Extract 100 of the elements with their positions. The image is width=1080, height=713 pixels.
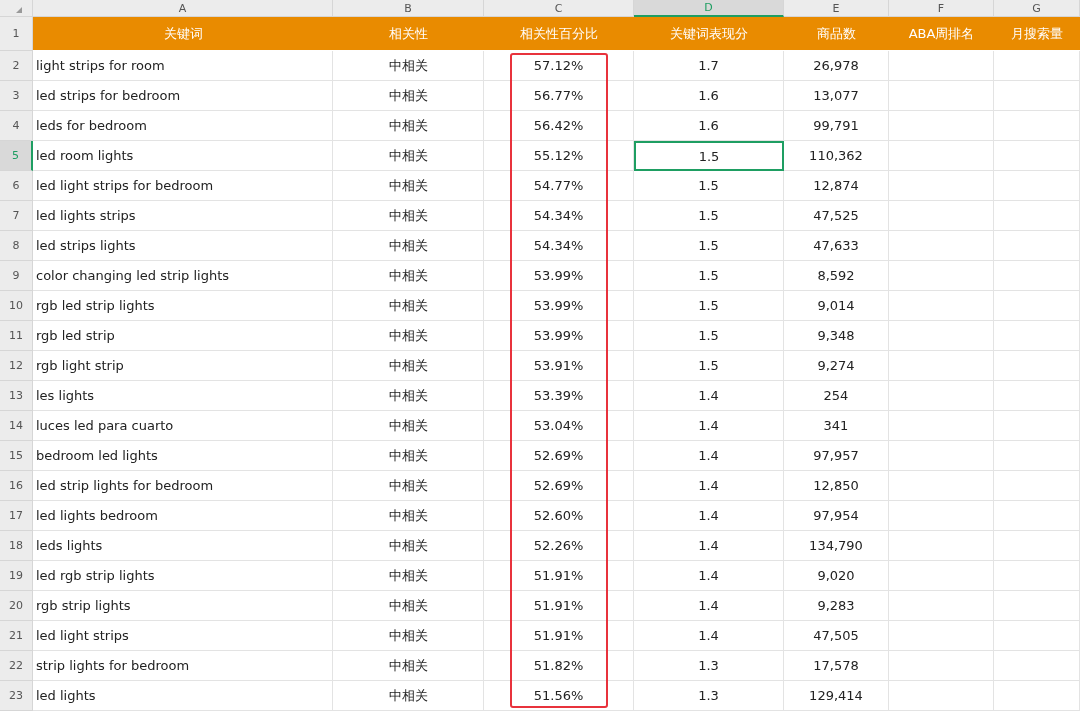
row-number[interactable]: 17 [0, 501, 33, 531]
empty-cell[interactable] [994, 591, 1080, 621]
row-number[interactable]: 2 [0, 51, 33, 81]
empty-cell[interactable] [994, 681, 1080, 711]
select-all-corner[interactable] [0, 0, 33, 17]
empty-cell[interactable] [889, 651, 994, 681]
table-cell: 54.34% [484, 201, 634, 231]
row-number[interactable]: 19 [0, 561, 33, 591]
table-cell: 1.5 [634, 291, 784, 321]
empty-cell[interactable] [994, 201, 1080, 231]
row-number[interactable]: 4 [0, 111, 33, 141]
table-cell: 8,592 [784, 261, 889, 291]
empty-cell[interactable] [994, 471, 1080, 501]
row-number[interactable]: 14 [0, 411, 33, 441]
row-number[interactable]: 13 [0, 381, 33, 411]
table-cell: 47,633 [784, 231, 889, 261]
row-number[interactable]: 8 [0, 231, 33, 261]
table-cell: 1.4 [634, 381, 784, 411]
row-number[interactable]: 9 [0, 261, 33, 291]
table-cell: 1.4 [634, 591, 784, 621]
empty-cell[interactable] [889, 261, 994, 291]
empty-cell[interactable] [994, 411, 1080, 441]
row-number[interactable]: 7 [0, 201, 33, 231]
empty-cell[interactable] [889, 81, 994, 111]
header-cell: 商品数 [784, 17, 889, 51]
table-cell: 中相关 [333, 681, 484, 711]
row-number[interactable]: 1 [0, 17, 33, 51]
empty-cell[interactable] [889, 141, 994, 171]
empty-cell[interactable] [889, 201, 994, 231]
empty-cell[interactable] [994, 651, 1080, 681]
column-header[interactable]: E [784, 0, 889, 17]
empty-cell[interactable] [994, 441, 1080, 471]
table-cell: 中相关 [333, 381, 484, 411]
header-cell: 月搜索量 [994, 17, 1080, 51]
empty-cell[interactable] [889, 681, 994, 711]
header-cell: ABA周排名 [889, 17, 994, 51]
empty-cell[interactable] [889, 591, 994, 621]
empty-cell[interactable] [994, 111, 1080, 141]
empty-cell[interactable] [889, 231, 994, 261]
empty-cell[interactable] [889, 531, 994, 561]
row-number[interactable]: 20 [0, 591, 33, 621]
empty-cell[interactable] [994, 561, 1080, 591]
column-header[interactable]: C [484, 0, 634, 17]
table-cell: 57.12% [484, 51, 634, 81]
empty-cell[interactable] [994, 261, 1080, 291]
empty-cell[interactable] [889, 621, 994, 651]
empty-cell[interactable] [889, 381, 994, 411]
selected-cell[interactable]: 1.5 [634, 141, 784, 171]
table-cell: 129,414 [784, 681, 889, 711]
empty-cell[interactable] [994, 501, 1080, 531]
empty-cell[interactable] [994, 231, 1080, 261]
table-cell: 9,348 [784, 321, 889, 351]
empty-cell[interactable] [889, 561, 994, 591]
row-number[interactable]: 3 [0, 81, 33, 111]
table-cell: led room lights [33, 141, 333, 171]
table-cell: light strips for room [33, 51, 333, 81]
empty-cell[interactable] [994, 351, 1080, 381]
row-number[interactable]: 12 [0, 351, 33, 381]
table-cell: 中相关 [333, 441, 484, 471]
table-cell: 中相关 [333, 321, 484, 351]
table-cell: 47,505 [784, 621, 889, 651]
empty-cell[interactable] [889, 171, 994, 201]
empty-cell[interactable] [889, 291, 994, 321]
empty-cell[interactable] [994, 321, 1080, 351]
row-number[interactable]: 6 [0, 171, 33, 201]
empty-cell[interactable] [889, 441, 994, 471]
row-number[interactable]: 10 [0, 291, 33, 321]
row-number[interactable]: 23 [0, 681, 33, 711]
empty-cell[interactable] [994, 381, 1080, 411]
empty-cell[interactable] [889, 111, 994, 141]
column-header[interactable]: G [994, 0, 1080, 17]
table-cell: 12,874 [784, 171, 889, 201]
empty-cell[interactable] [994, 51, 1080, 81]
empty-cell[interactable] [994, 531, 1080, 561]
column-header[interactable]: B [333, 0, 484, 17]
column-header[interactable]: F [889, 0, 994, 17]
table-cell: led strips for bedroom [33, 81, 333, 111]
row-number[interactable]: 21 [0, 621, 33, 651]
empty-cell[interactable] [994, 141, 1080, 171]
table-cell: 52.69% [484, 441, 634, 471]
empty-cell[interactable] [889, 501, 994, 531]
column-header[interactable]: A [33, 0, 333, 17]
empty-cell[interactable] [889, 471, 994, 501]
row-number[interactable]: 22 [0, 651, 33, 681]
row-number[interactable]: 18 [0, 531, 33, 561]
row-number[interactable]: 16 [0, 471, 33, 501]
table-cell: 中相关 [333, 201, 484, 231]
table-cell: 51.91% [484, 591, 634, 621]
empty-cell[interactable] [994, 171, 1080, 201]
empty-cell[interactable] [889, 411, 994, 441]
empty-cell[interactable] [889, 321, 994, 351]
table-cell: bedroom led lights [33, 441, 333, 471]
empty-cell[interactable] [994, 291, 1080, 321]
row-number[interactable]: 15 [0, 441, 33, 471]
table-cell: 9,283 [784, 591, 889, 621]
empty-cell[interactable] [994, 621, 1080, 651]
empty-cell[interactable] [889, 51, 994, 81]
empty-cell[interactable] [889, 351, 994, 381]
empty-cell[interactable] [994, 81, 1080, 111]
row-number[interactable]: 11 [0, 321, 33, 351]
